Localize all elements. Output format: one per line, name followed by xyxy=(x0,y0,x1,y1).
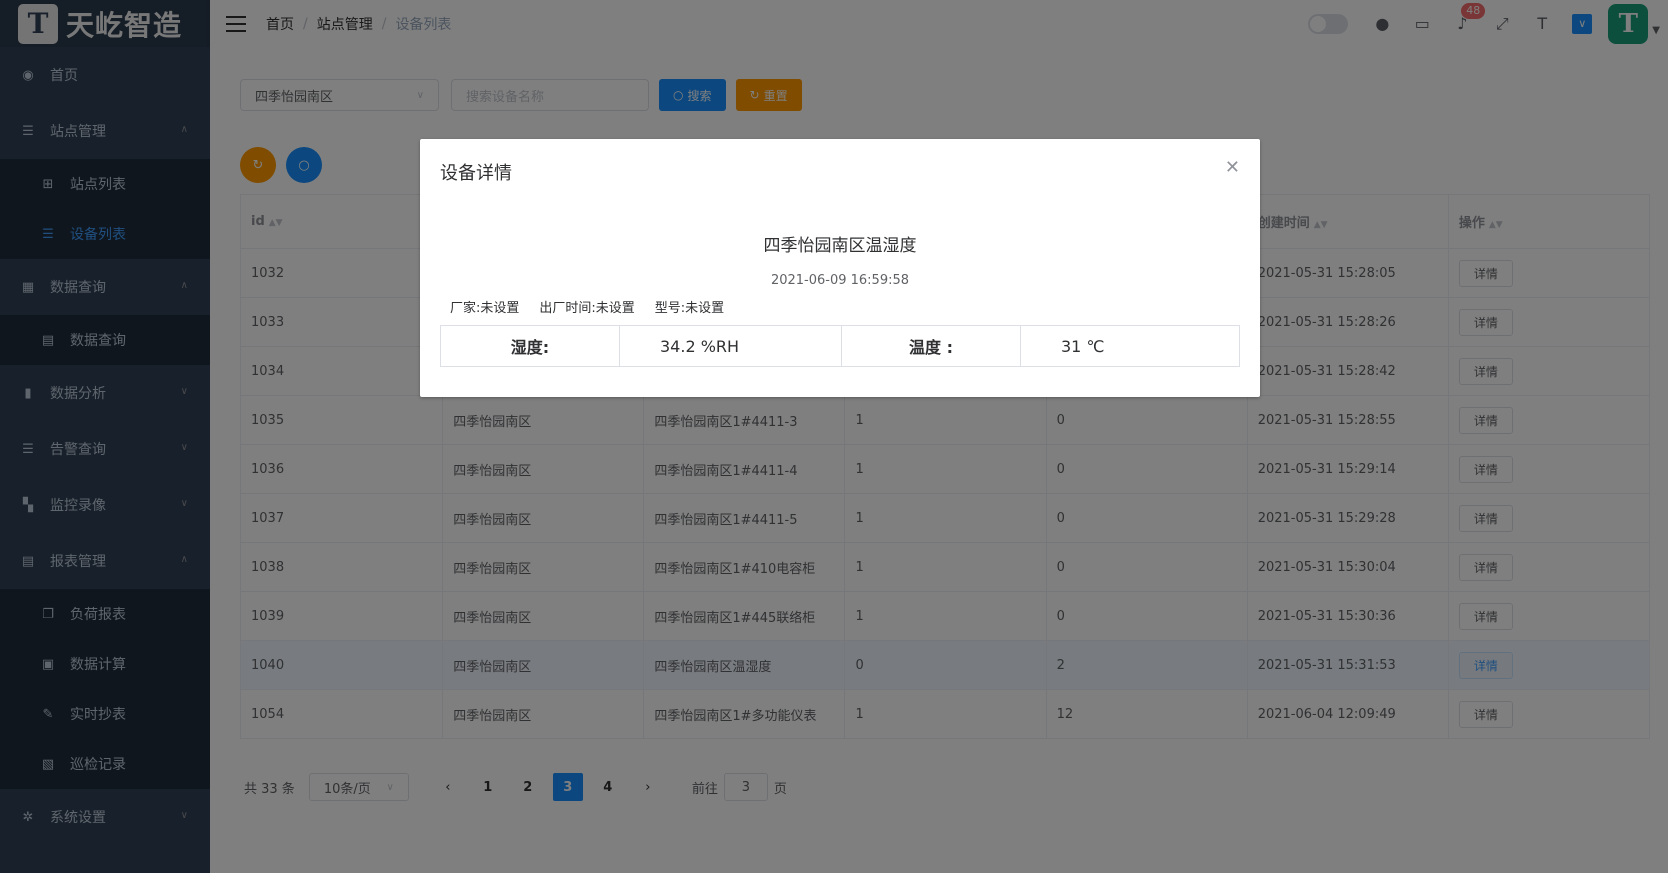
manufacturer-text: 厂家:未设置 xyxy=(450,301,520,316)
dialog-title: 设备详情 xyxy=(440,163,512,184)
temperature-value: 31 ℃ xyxy=(1020,325,1240,367)
device-time: 2021-06-09 16:59:58 xyxy=(770,273,910,288)
close-icon[interactable]: ✕ xyxy=(1225,157,1240,178)
humidity-label: 湿度: xyxy=(440,325,620,367)
humidity-value: 34.2 %RH xyxy=(619,325,842,367)
model-text: 型号:未设置 xyxy=(654,301,725,316)
manufacture-date-text: 出厂时间:未设置 xyxy=(539,301,635,316)
device-detail-dialog: 设备详情 ✕ 四季怡园南区温湿度 2021-06-09 16:59:58 厂家:… xyxy=(420,139,1260,397)
temperature-label: 温度 : xyxy=(841,325,1021,367)
modal-overlay[interactable] xyxy=(0,0,1668,873)
device-name: 四季怡园南区温湿度 xyxy=(763,236,917,256)
device-meta: 厂家:未设置 出厂时间:未设置 型号:未设置 xyxy=(450,297,744,316)
reading-table: 湿度: 34.2 %RH 温度 : 31 ℃ xyxy=(440,325,1240,367)
